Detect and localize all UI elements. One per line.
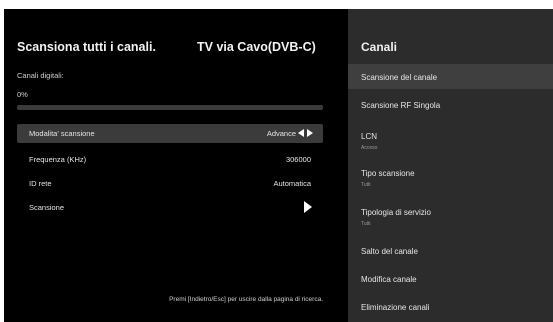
menu-item-label: Salto del canale — [361, 247, 418, 256]
menu-item-delete-channels[interactable]: Eliminazione canali — [348, 295, 553, 320]
scan-progress-bar — [17, 105, 323, 110]
scan-mode-value: Advance — [266, 129, 296, 138]
digital-channels-label: Canali digitali: — [17, 71, 64, 80]
exit-hint: Premi [Indietro/Esc] per uscire dalla pa… — [169, 296, 323, 303]
menu-item-scan-type[interactable]: Tipo scansione Tutti — [348, 162, 553, 194]
signal-source-label: TV via Cavo(DVB-C) — [197, 40, 316, 54]
network-id-row[interactable]: ID rete Automatica — [17, 174, 323, 193]
network-id-value: Automatica — [273, 179, 311, 188]
menu-item-channel-skip[interactable]: Salto del canale — [348, 239, 553, 264]
left-right-arrows-icon[interactable] — [298, 129, 314, 138]
menu-item-value: Acceso — [361, 145, 378, 151]
menu-item-label: Eliminazione canali — [361, 303, 430, 312]
network-id-label: ID rete — [29, 179, 52, 188]
scan-title: Scansiona tutti i canali. — [17, 40, 156, 54]
menu-item-label: Modifica canale — [361, 275, 417, 284]
start-scan-row[interactable]: Scansione — [17, 198, 323, 217]
menu-item-service-type[interactable]: Tipologia di servizio Tutti — [348, 201, 553, 233]
channels-menu-panel: Canali Scansione del canale Scansione RF… — [348, 9, 553, 322]
menu-item-lcn[interactable]: LCN Acceso — [348, 125, 553, 157]
start-scan-label: Scansione — [29, 203, 65, 212]
menu-item-label: Tipo scansione — [361, 169, 415, 178]
panel-title: Canali — [361, 40, 398, 54]
menu-item-label: Scansione del canale — [361, 73, 438, 82]
menu-item-label: Tipologia di servizio — [361, 208, 431, 217]
progress-percent: 0% — [17, 90, 28, 99]
menu-item-label: LCN — [361, 132, 378, 141]
tv-screen: Scansiona tutti i canali. TV via Cavo(DV… — [4, 9, 553, 322]
menu-item-channel-scan[interactable]: Scansione del canale — [348, 64, 553, 89]
menu-item-edit-channel[interactable]: Modifica canale — [348, 267, 553, 292]
frequency-label: Frequenza (KHz) — [29, 155, 87, 164]
menu-item-label: Scansione RF Singola — [361, 101, 441, 110]
frequency-row[interactable]: Frequenza (KHz) 306000 — [17, 150, 323, 169]
scan-mode-row[interactable]: Modalita' scansione Advance — [17, 124, 323, 143]
frequency-value: 306000 — [285, 155, 311, 164]
play-arrow-icon[interactable] — [304, 201, 312, 213]
menu-item-value: Tutti — [361, 182, 371, 188]
menu-item-value: Tutti — [361, 221, 371, 227]
menu-item-single-rf-scan[interactable]: Scansione RF Singola — [348, 93, 553, 118]
scan-panel: Scansiona tutti i canali. TV via Cavo(DV… — [4, 9, 348, 322]
scan-mode-label: Modalita' scansione — [29, 129, 95, 138]
